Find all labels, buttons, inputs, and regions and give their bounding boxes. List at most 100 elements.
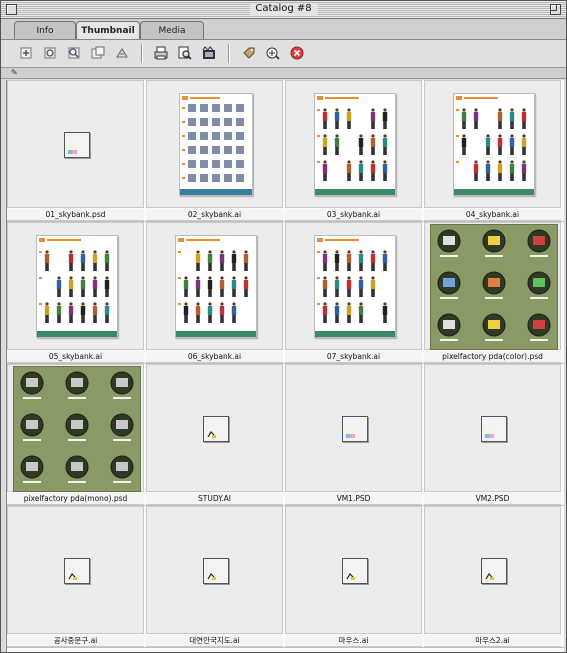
figure-mark xyxy=(497,108,503,129)
figure-mark xyxy=(473,160,479,181)
psd-file-icon xyxy=(481,416,507,442)
psd-file-icon xyxy=(342,416,368,442)
item-label: pixelfactory pda(color).psd xyxy=(424,351,561,363)
figure-mark xyxy=(334,276,340,297)
thumbnail xyxy=(7,222,144,350)
tab-bar: Info Thumbnail Media xyxy=(1,19,566,40)
export-icon[interactable] xyxy=(265,45,281,61)
item-label: 07_skybank.ai xyxy=(285,351,422,363)
pda-app-icon xyxy=(482,229,506,257)
catalog-item[interactable]: 07_skybank.ai xyxy=(285,222,424,364)
catalog-item[interactable]: VM2.PSD xyxy=(424,364,563,506)
figure-mark xyxy=(485,160,491,181)
figure-mark xyxy=(370,250,376,271)
catalog-item[interactable]: VM1.PSD xyxy=(285,364,424,506)
figure-mark xyxy=(56,276,62,297)
tab-media[interactable]: Media xyxy=(140,21,204,39)
catalog-item[interactable]: pixelfactory pda(mono).psd xyxy=(7,364,146,506)
thumbnail xyxy=(285,80,422,208)
tab-info[interactable]: Info xyxy=(14,21,76,39)
catalog-item[interactable]: 대연안국지도.ai xyxy=(146,506,285,648)
figure-mark xyxy=(509,134,515,155)
item-label: 대연안국지도.ai xyxy=(146,635,283,647)
figure-mark xyxy=(68,302,74,323)
catalog-item[interactable]: 04_skybank.ai xyxy=(424,80,563,222)
figure-mark xyxy=(104,250,110,271)
sort-icon[interactable] xyxy=(114,45,130,61)
figure-mark xyxy=(92,250,98,271)
catalog-item[interactable]: 마우스.ai xyxy=(285,506,424,648)
figure-mark xyxy=(370,134,376,155)
delete-icon[interactable] xyxy=(289,45,305,61)
figure-mark xyxy=(382,134,388,155)
catalog-item[interactable]: 공사중문구.ai xyxy=(7,506,146,648)
thumbnail xyxy=(7,506,144,634)
tab-thumbnail[interactable]: Thumbnail xyxy=(76,21,140,40)
catalog-window: Catalog #8 Info Thumbnail Media ✎ 01_sky… xyxy=(0,0,567,653)
figure-mark xyxy=(219,250,225,271)
close-box[interactable] xyxy=(6,4,17,15)
catalog-item[interactable]: 마우스2.ai xyxy=(424,506,563,648)
figure-mark xyxy=(92,276,98,297)
figure-mark xyxy=(322,302,328,323)
catalog-item[interactable]: 01_skybank.psd xyxy=(7,80,146,222)
figure-mark xyxy=(195,302,201,323)
figure-mark xyxy=(346,276,352,297)
print-icon[interactable] xyxy=(153,45,169,61)
item-label: 05_skybank.ai xyxy=(7,351,144,363)
figure-mark xyxy=(370,276,376,297)
catalog-item[interactable]: pixelfactory pda(color).psd xyxy=(424,222,563,364)
find-icon[interactable] xyxy=(177,45,193,61)
pda-app-icon xyxy=(527,271,551,299)
catalog-item[interactable]: 06_skybank.ai xyxy=(146,222,285,364)
title-bar[interactable]: Catalog #8 xyxy=(1,1,566,19)
figure-mark xyxy=(195,250,201,271)
item-label: STUDY.AI xyxy=(146,493,283,505)
tag-icon[interactable] xyxy=(241,45,257,61)
pda-preview xyxy=(13,366,141,492)
thumbnail xyxy=(146,506,283,634)
figure-mark xyxy=(346,302,352,323)
figure-mark xyxy=(195,276,201,297)
item-label: 03_skybank.ai xyxy=(285,209,422,221)
import-icon[interactable] xyxy=(18,45,34,61)
item-label: 마우스.ai xyxy=(285,635,422,647)
figure-mark xyxy=(322,134,328,155)
figure-mark xyxy=(521,108,527,129)
zoom-box[interactable] xyxy=(550,4,561,15)
figure-mark xyxy=(461,134,467,155)
catalog-item[interactable]: 03_skybank.ai xyxy=(285,80,424,222)
thumbnail xyxy=(424,222,561,350)
figure-mark xyxy=(346,250,352,271)
thumbnail xyxy=(7,80,144,208)
figure-mark xyxy=(80,276,86,297)
pda-app-icon xyxy=(20,455,44,483)
toolbar xyxy=(1,40,566,68)
rebuild-icon[interactable] xyxy=(66,45,82,61)
slideshow-icon[interactable] xyxy=(201,45,217,61)
figure-mark xyxy=(68,250,74,271)
pda-app-icon xyxy=(20,371,44,399)
ai-file-icon xyxy=(64,558,90,584)
catalog-item[interactable]: 02_skybank.ai xyxy=(146,80,285,222)
figure-mark xyxy=(219,302,225,323)
figure-mark xyxy=(207,302,213,323)
ai-file-icon xyxy=(481,558,507,584)
thumbnail xyxy=(285,364,422,492)
pda-app-icon xyxy=(437,313,461,341)
figure-mark xyxy=(80,302,86,323)
update-icon[interactable] xyxy=(42,45,58,61)
pda-app-icon xyxy=(65,455,89,483)
item-label: pixelfactory pda(mono).psd xyxy=(7,493,144,505)
figure-mark xyxy=(521,134,527,155)
figure-mark xyxy=(358,134,364,155)
item-label: 04_skybank.ai xyxy=(424,209,561,221)
document-preview xyxy=(314,93,396,196)
catalog-item[interactable]: 05_skybank.ai xyxy=(7,222,146,364)
item-label: 01_skybank.psd xyxy=(7,209,144,221)
figure-mark xyxy=(322,276,328,297)
thumbnail-options-icon[interactable] xyxy=(90,45,106,61)
thumbnail xyxy=(424,364,561,492)
catalog-item[interactable]: STUDY.AI xyxy=(146,364,285,506)
figure-mark xyxy=(322,160,328,181)
